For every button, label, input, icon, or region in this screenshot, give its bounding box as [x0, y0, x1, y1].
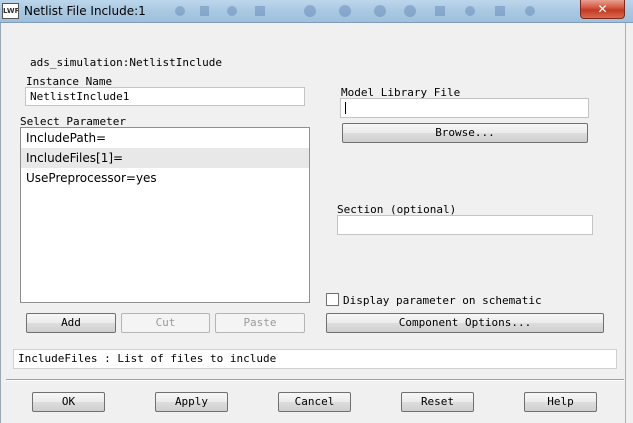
app-icon: LWP	[2, 3, 19, 19]
paste-button[interactable]: Paste	[215, 313, 305, 333]
window-right-edge	[625, 23, 626, 423]
browse-button[interactable]: Browse...	[342, 123, 588, 143]
window-title: Netlist File Include:1	[24, 4, 146, 18]
cancel-button[interactable]: Cancel	[278, 392, 351, 412]
window-left-edge	[0, 23, 1, 423]
parameter-item-use-preprocessor[interactable]: UsePreprocessor=yes	[21, 168, 309, 188]
ok-button[interactable]: OK	[32, 392, 105, 412]
title-bar: LWP Netlist File Include:1 ✕	[0, 0, 633, 23]
model-library-field[interactable]	[340, 98, 589, 118]
section-field[interactable]	[337, 215, 593, 235]
text-caret	[345, 102, 346, 114]
cut-button[interactable]: Cut	[121, 313, 210, 333]
close-button[interactable]: ✕	[580, 0, 625, 19]
background-toolbar-ghost-icon	[175, 5, 535, 17]
parameter-item-include-path[interactable]: IncludePath=	[21, 128, 309, 148]
help-button[interactable]: Help	[524, 392, 597, 412]
status-field: IncludeFiles : List of files to include	[13, 349, 617, 369]
footer-divider	[6, 379, 624, 381]
instance-name-field[interactable]: NetlistInclude1	[25, 87, 305, 106]
component-options-button[interactable]: Component Options...	[326, 313, 604, 333]
component-name: ads_simulation:NetlistInclude	[30, 56, 223, 69]
parameter-item-include-files[interactable]: IncludeFiles[1]=	[21, 148, 309, 168]
add-button[interactable]: Add	[26, 313, 116, 333]
display-parameter-checkbox[interactable]	[326, 293, 339, 306]
parameter-list[interactable]: IncludePath= IncludeFiles[1]= UsePreproc…	[20, 127, 310, 303]
reset-button[interactable]: Reset	[401, 392, 474, 412]
display-parameter-label: Display parameter on schematic	[343, 294, 542, 307]
apply-button[interactable]: Apply	[155, 392, 228, 412]
